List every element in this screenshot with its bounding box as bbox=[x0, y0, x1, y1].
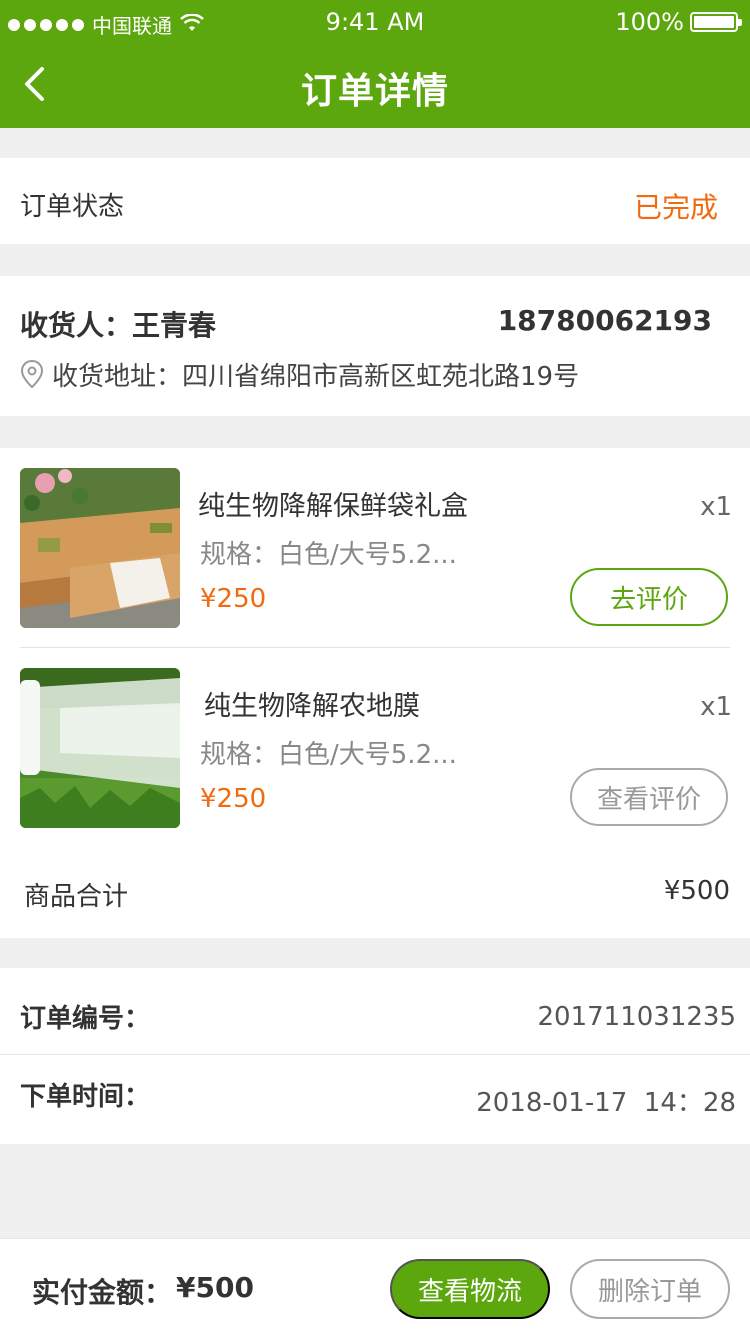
receiver-phone: 18780062193 bbox=[497, 304, 712, 337]
order-time-value: 2018-01-17 14：28 bbox=[476, 1088, 736, 1118]
product-image bbox=[20, 468, 180, 628]
product-spec: 规格：白色/大号5.2... bbox=[200, 740, 457, 770]
order-number-value: 201711031235 bbox=[537, 1002, 736, 1032]
order-number-label: 订单编号： bbox=[20, 1004, 151, 1034]
receiver-card: 收货人：王青春 18780062193 收货地址：四川省绵阳市高新区虹苑北路19… bbox=[0, 276, 750, 416]
product-item[interactable]: 纯生物降解农地膜 x1 规格：白色/大号5.2... ¥250 查看评价 bbox=[0, 648, 750, 848]
product-price: ¥250 bbox=[200, 784, 267, 814]
review-button[interactable]: 去评价 bbox=[570, 568, 728, 626]
product-quantity: x1 bbox=[700, 692, 732, 722]
delete-order-button[interactable]: 删除订单 bbox=[570, 1259, 730, 1319]
product-item[interactable]: 纯生物降解保鲜袋礼盒 x1 规格：白色/大号5.2... ¥250 去评价 bbox=[0, 448, 750, 648]
receiver-address: 收货地址：四川省绵阳市高新区虹苑北路19号 bbox=[52, 362, 580, 392]
order-status-card: 订单状态 已完成 bbox=[0, 158, 750, 244]
app-header: 中国联通 9:41 AM 100% 订单详情 bbox=[0, 0, 750, 128]
goods-total-label: 商品合计 bbox=[24, 882, 129, 912]
product-name[interactable]: 纯生物降解保鲜袋礼盒 bbox=[198, 484, 468, 523]
battery-percent: 100% bbox=[615, 8, 684, 36]
location-pin-icon bbox=[20, 359, 46, 391]
order-status-label: 订单状态 bbox=[20, 192, 125, 222]
products-card: 纯生物降解保鲜袋礼盒 x1 规格：白色/大号5.2... ¥250 去评价 纯生… bbox=[0, 448, 750, 938]
footer-bar: 实付金额： ¥500 查看物流 删除订单 bbox=[0, 1238, 750, 1334]
view-review-button[interactable]: 查看评价 bbox=[570, 768, 728, 826]
goods-total-value: ¥500 bbox=[663, 876, 730, 906]
status-bar: 中国联通 9:41 AM 100% bbox=[0, 0, 750, 44]
info-divider bbox=[0, 1054, 750, 1055]
product-spec: 规格：白色/大号5.2... bbox=[200, 540, 457, 570]
battery-icon bbox=[690, 12, 742, 32]
status-bar-right: 100% bbox=[615, 8, 742, 36]
paid-amount-value: ¥500 bbox=[176, 1271, 254, 1304]
page-title: 订单详情 bbox=[300, 71, 449, 112]
order-time-label: 下单时间： bbox=[20, 1082, 151, 1112]
view-logistics-button[interactable]: 查看物流 bbox=[390, 1259, 550, 1319]
product-name[interactable]: 纯生物降解农地膜 bbox=[204, 684, 420, 723]
receiver-address-row: 收货地址：四川省绵阳市高新区虹苑北路19号 bbox=[20, 356, 579, 393]
product-quantity: x1 bbox=[700, 492, 732, 522]
product-image bbox=[20, 668, 180, 828]
order-status-value: 已完成 bbox=[633, 191, 718, 224]
order-info-card: 订单编号： 201711031235 下单时间： 2018-01-17 14：2… bbox=[0, 968, 750, 1144]
nav-bar: 订单详情 bbox=[0, 44, 750, 128]
product-price: ¥250 bbox=[200, 584, 267, 614]
paid-amount-label: 实付金额： bbox=[32, 1276, 173, 1309]
receiver-name: 收货人：王青春 bbox=[20, 309, 217, 342]
